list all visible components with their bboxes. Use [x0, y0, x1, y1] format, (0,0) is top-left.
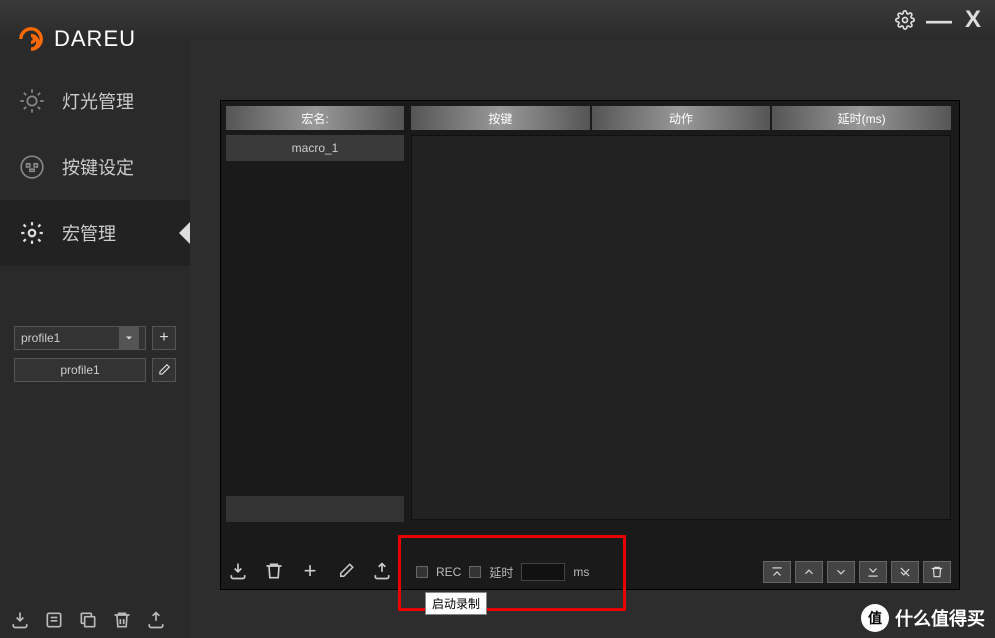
- move-top-icon[interactable]: [763, 561, 791, 583]
- rec-label: REC: [436, 565, 461, 579]
- logo-text: DAREU: [54, 26, 136, 52]
- main-area: 宏名: macro_1 按键 动作 延时(ms) +: [190, 40, 995, 638]
- remove-icon[interactable]: [923, 561, 951, 583]
- export-macro-icon[interactable]: [370, 559, 394, 583]
- watermark-badge: 值: [861, 604, 889, 632]
- col-key: 按键: [411, 106, 590, 130]
- record-row: REC 延时 ms: [416, 563, 589, 581]
- import-macro-icon[interactable]: [226, 559, 250, 583]
- watermark-text: 什么值得买: [895, 605, 985, 631]
- delete-macro-icon[interactable]: [262, 559, 286, 583]
- nav-label: 宏管理: [62, 220, 116, 246]
- macro-toolbar-left: +: [226, 559, 394, 583]
- macro-panel: 宏名: macro_1 按键 动作 延时(ms) +: [220, 100, 960, 590]
- delay-label: 延时: [489, 564, 513, 581]
- export-icon[interactable]: [144, 608, 168, 632]
- close-icon[interactable]: X: [963, 10, 983, 30]
- rec-checkbox[interactable]: [416, 566, 428, 578]
- watermark: 值 什么值得买: [861, 604, 985, 632]
- sidebar-toolbar: [8, 608, 168, 632]
- add-profile-button[interactable]: +: [152, 326, 176, 350]
- chevron-down-icon: [119, 327, 139, 349]
- settings-icon[interactable]: [895, 10, 915, 30]
- tooltip: 启动录制: [425, 592, 487, 615]
- sidebar: DAREU 灯光管理 按键设定 宏管理 profile1: [0, 40, 190, 638]
- nav-keys[interactable]: 按键设定: [0, 134, 190, 200]
- ms-label: ms: [573, 565, 589, 579]
- col-action: 动作: [592, 106, 771, 130]
- keyboard-icon: [18, 153, 46, 181]
- nav-macro[interactable]: 宏管理: [0, 200, 190, 266]
- import-icon[interactable]: [8, 608, 32, 632]
- col-delay: 延时(ms): [772, 106, 951, 130]
- logo: DAREU: [0, 22, 190, 68]
- macro-name-header: 宏名:: [226, 106, 404, 130]
- copy-icon[interactable]: [76, 608, 100, 632]
- bulb-icon: [18, 87, 46, 115]
- move-up-icon[interactable]: [795, 561, 823, 583]
- macro-toolbar-right: [763, 561, 951, 583]
- delete-icon[interactable]: [110, 608, 134, 632]
- move-bottom-icon[interactable]: [859, 561, 887, 583]
- profile-name: profile1: [14, 358, 146, 382]
- clear-icon[interactable]: [891, 561, 919, 583]
- profile-selected: profile1: [21, 331, 60, 345]
- nav-label: 灯光管理: [62, 88, 134, 114]
- edit-profile-button[interactable]: [152, 358, 176, 382]
- delay-checkbox[interactable]: [469, 566, 481, 578]
- move-down-icon[interactable]: [827, 561, 855, 583]
- macro-list-item[interactable]: macro_1: [226, 135, 404, 161]
- add-macro-icon[interactable]: +: [298, 559, 322, 583]
- nav-lighting[interactable]: 灯光管理: [0, 68, 190, 134]
- edit-macro-icon[interactable]: [334, 559, 358, 583]
- macro-list-footer: [226, 496, 404, 522]
- nav-label: 按键设定: [62, 154, 134, 180]
- delay-input[interactable]: [521, 563, 565, 581]
- profile-select[interactable]: profile1: [14, 326, 146, 350]
- minimize-icon[interactable]: —: [929, 10, 949, 30]
- gear-icon: [18, 219, 46, 247]
- list-icon[interactable]: [42, 608, 66, 632]
- macro-steps-body: [411, 135, 951, 520]
- logo-icon: [14, 22, 48, 56]
